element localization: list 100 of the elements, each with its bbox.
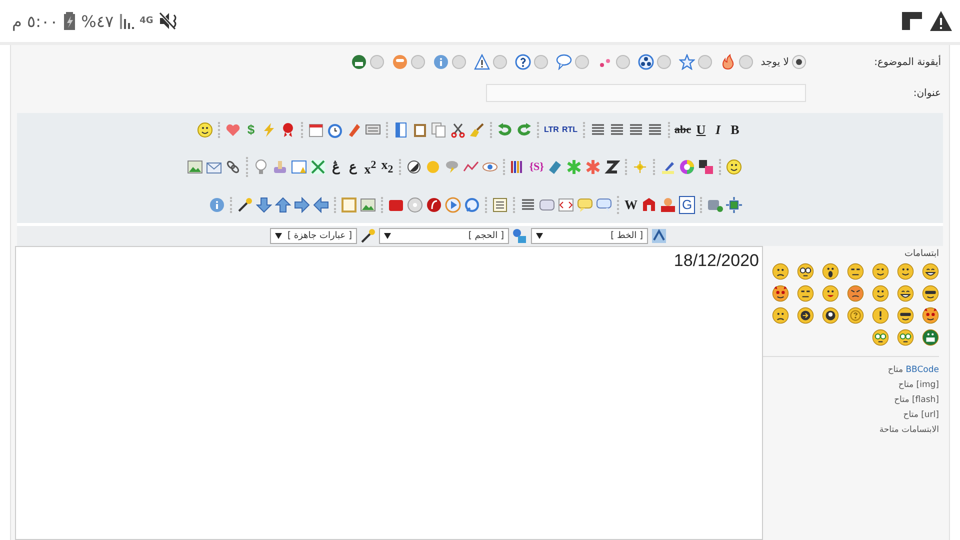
clipboard-icon[interactable]	[412, 122, 428, 138]
field-label: أيقونة الموضوع:	[873, 56, 941, 68]
color-wheel-icon[interactable]	[679, 159, 695, 175]
smiley-icon[interactable]	[822, 263, 839, 280]
format-button[interactable]: x$^{2}$	[363, 156, 378, 178]
smiley-icon[interactable]	[922, 285, 939, 302]
format-button[interactable]: x$_{2}$	[380, 156, 394, 178]
copy-icon[interactable]	[430, 122, 447, 138]
highlighter-icon[interactable]	[660, 159, 676, 175]
wand-icon[interactable]	[237, 196, 253, 213]
smiley-icon[interactable]	[872, 263, 889, 280]
bbcode-link[interactable]: BBCode	[906, 365, 939, 375]
smiley-icon[interactable]	[822, 285, 839, 302]
smiley-icon[interactable]	[847, 263, 864, 280]
battery-percent: ٤٧%	[81, 12, 114, 30]
left-arrow-icon[interactable]	[313, 196, 329, 213]
format-button[interactable]: RTL	[562, 122, 578, 138]
radio-button[interactable]	[738, 55, 753, 69]
radio-button[interactable]	[574, 55, 589, 69]
smiley-icon[interactable]	[772, 285, 789, 302]
zigzag-icon[interactable]	[604, 159, 620, 175]
chain-icon[interactable]	[225, 159, 242, 175]
wand-icon-icon[interactable]	[360, 228, 376, 244]
smiley-icon[interactable]	[847, 285, 864, 302]
format-button[interactable]: ع	[346, 159, 360, 175]
loop-icon[interactable]	[464, 196, 480, 213]
radio-button[interactable]	[656, 55, 671, 69]
hand-icon[interactable]	[272, 159, 288, 175]
format-button[interactable]: B	[728, 122, 742, 138]
radio-button[interactable]	[616, 55, 630, 69]
font-icon-icon[interactable]	[651, 228, 667, 244]
smiley-icon[interactable]	[922, 329, 939, 346]
smiley-icon[interactable]	[822, 307, 839, 324]
up-arrow-icon[interactable]	[275, 196, 291, 213]
disc-icon[interactable]	[407, 196, 423, 213]
radio-button[interactable]	[792, 55, 806, 69]
resize-icon[interactable]	[726, 196, 742, 213]
info-icon[interactable]	[209, 196, 225, 213]
lines-icon[interactable]	[520, 196, 536, 213]
contrast-icon[interactable]	[406, 159, 422, 175]
format-button[interactable]: W	[624, 196, 638, 213]
smiley-icon[interactable]	[797, 263, 814, 280]
down-arrow-icon[interactable]	[256, 196, 272, 213]
format-button[interactable]: I	[711, 122, 725, 138]
smiley-icon[interactable]	[897, 285, 914, 302]
smiley-icon[interactable]	[797, 285, 814, 302]
image-icon[interactable]	[360, 196, 376, 213]
house-icon[interactable]	[641, 196, 657, 213]
page-icon[interactable]	[392, 122, 409, 138]
gem-icon[interactable]	[547, 159, 563, 175]
title-input[interactable]	[486, 84, 806, 102]
format-button[interactable]: G	[679, 196, 695, 214]
warning-icon	[474, 54, 490, 70]
dropdown[interactable]: [ الحجم ]	[379, 228, 509, 244]
format-button[interactable]: LTR	[544, 122, 559, 138]
right-arrow-icon[interactable]	[294, 196, 310, 213]
heart-icon[interactable]	[224, 122, 241, 138]
image-icon[interactable]	[187, 159, 204, 175]
clock-icon[interactable]	[326, 122, 343, 138]
php-icon[interactable]	[539, 196, 555, 213]
smiley-icon[interactable]	[872, 307, 889, 324]
stamp-icon[interactable]	[660, 196, 676, 213]
bulb-icon[interactable]	[253, 159, 270, 175]
radio-button[interactable]	[492, 55, 507, 69]
smiley-icon[interactable]	[897, 263, 914, 280]
smiley-icon[interactable]	[797, 307, 814, 324]
smiley-icon[interactable]	[196, 122, 213, 138]
redo-icon[interactable]	[516, 122, 532, 138]
dropdown[interactable]: [ الخط ]	[531, 228, 648, 244]
radio-button[interactable]	[698, 55, 712, 69]
smiley-icon[interactable]	[872, 285, 889, 302]
chart-window-icon[interactable]	[291, 159, 308, 175]
list-icon[interactable]	[492, 196, 508, 213]
calendar-icon[interactable]	[308, 122, 324, 138]
chat-icon[interactable]	[596, 196, 612, 213]
smiley-icon[interactable]	[922, 307, 939, 324]
smiley-icon[interactable]	[772, 307, 789, 324]
swatch-icon[interactable]	[698, 159, 714, 175]
code-icon[interactable]	[558, 196, 574, 213]
play-icon[interactable]	[445, 196, 461, 213]
undo-icon[interactable]	[496, 122, 513, 138]
flash-icon[interactable]	[426, 196, 442, 213]
smiley-icon[interactable]	[897, 307, 914, 324]
radio-button[interactable]	[534, 55, 548, 69]
format-button[interactable]: {S}	[529, 159, 544, 175]
broom-icon[interactable]	[468, 122, 485, 138]
format-button[interactable]: abc	[674, 122, 691, 138]
radio-button[interactable]	[370, 55, 384, 69]
expand-icon[interactable]	[310, 159, 326, 175]
message-editor[interactable]: 18/12/2020	[15, 246, 763, 540]
format-button[interactable]: ڠ	[329, 159, 344, 175]
smiley-icon[interactable]	[772, 263, 789, 280]
format-button[interactable]: U	[694, 122, 708, 138]
smiley-icon[interactable]	[726, 159, 742, 175]
scissors-icon[interactable]	[450, 122, 466, 138]
radio-button[interactable]	[410, 55, 425, 69]
smiley-icon[interactable]	[922, 263, 939, 280]
dropdown[interactable]: [ عبارات جاهزة ]	[270, 228, 357, 244]
color-icon-icon[interactable]	[512, 228, 528, 244]
radio-button[interactable]	[452, 55, 466, 69]
